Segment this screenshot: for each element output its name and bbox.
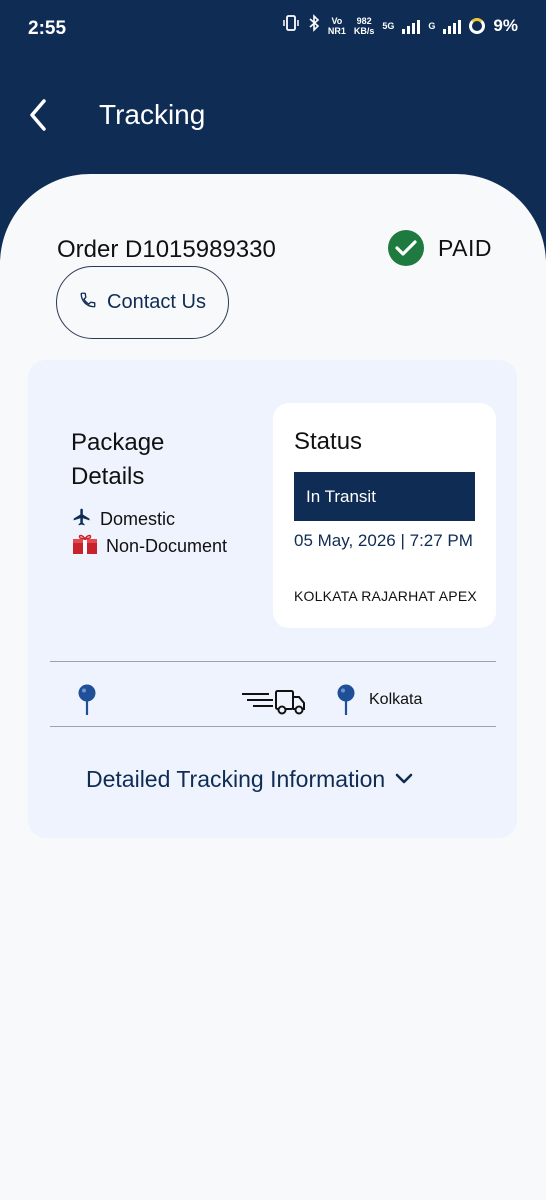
order-number: Order D1015989330 [57,236,276,263]
network-5g-label: 5G [382,20,395,31]
destination-location-pin-icon [337,684,355,715]
payment-status-label: PAID [438,234,492,261]
contact-us-label: Contact Us [107,291,206,313]
battery-percent: 9% [493,15,518,35]
page-title: Tracking [99,99,206,130]
clock: 2:55 [28,18,67,39]
destination-label: Kolkata [369,691,423,708]
volte-indicator: Vo NR1 [327,15,346,36]
battery-ring-icon [469,17,486,34]
origin-location-pin-icon [78,684,96,715]
chevron-down-icon [395,773,413,784]
check-circle-icon [388,230,424,266]
airplane-icon [72,507,92,532]
status-datetime: 05 May, 2026 | 7:27 PM [294,531,473,550]
payment-status: PAID [388,230,492,266]
phone-icon [79,291,97,314]
chevron-left-icon [30,99,46,131]
package-content-row: Non-Document [72,533,227,560]
status-bar: 2:55 Vo NR1 982 KB/s 5G G 9% [0,0,546,60]
signal-icon-2 [443,18,462,34]
nav-bar: Tracking [0,85,546,145]
package-type-row: Domestic [72,507,175,532]
status-icons: Vo NR1 982 KB/s 5G G 9% [282,14,518,37]
gift-box-icon [72,533,98,560]
bluetooth-icon [308,14,320,37]
package-type-label: Domestic [100,509,176,529]
detailed-tracking-toggle[interactable]: Detailed Tracking Information [86,762,413,796]
back-button[interactable] [22,95,54,135]
vibrate-icon [282,14,300,37]
status-title: Status [294,428,363,455]
status-badge: In Transit [294,472,475,521]
status-location: KOLKATA RAJARHAT APEX [294,588,477,604]
package-content-label: Non-Document [106,536,228,556]
network-speed: 982 KB/s [353,15,375,36]
divider [50,661,496,662]
contact-us-button[interactable]: Contact Us [56,266,229,339]
divider [50,726,496,727]
signal-icon [402,18,421,34]
detailed-tracking-label: Detailed Tracking Information [86,765,386,792]
package-details-title: Package Details [71,429,165,490]
delivery-truck-icon [242,690,305,715]
network-g-label: G [428,20,436,31]
